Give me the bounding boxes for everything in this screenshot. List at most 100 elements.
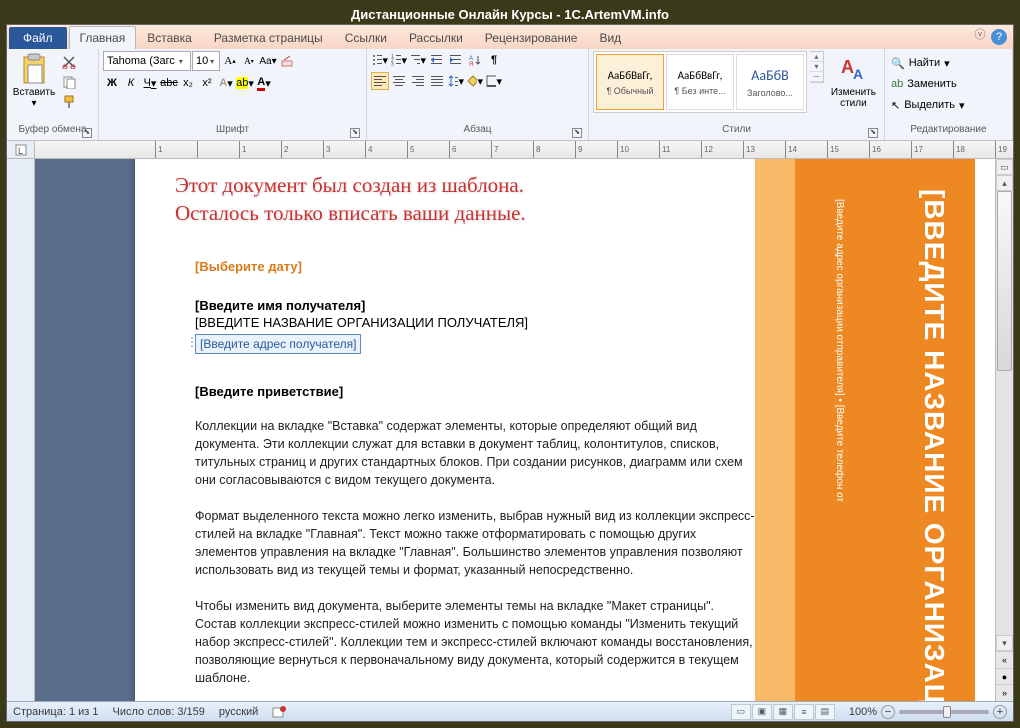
recipient-org-placeholder[interactable]: [ВВЕДИТЕ НАЗВАНИЕ ОРГАНИЗАЦИИ ПОЛУЧАТЕЛЯ… (195, 315, 935, 330)
word-count[interactable]: Число слов: 3/159 (113, 706, 205, 718)
svg-text:Я: Я (469, 62, 473, 66)
paste-label: Вставить (13, 87, 55, 98)
vertical-ruler[interactable] (7, 159, 35, 701)
copy-button[interactable] (60, 73, 78, 91)
sidebar-org-placeholder[interactable]: [ВВЕДИТЕ НАЗВАНИЕ ОРГАНИЗАЦ (918, 189, 950, 701)
subscript-button[interactable]: x₂ (179, 74, 197, 92)
style-heading1[interactable]: АаБбВЗаголово... (736, 54, 804, 110)
scroll-up-icon[interactable]: ▴ (996, 175, 1013, 191)
page-status[interactable]: Страница: 1 из 1 (13, 706, 99, 718)
svg-text:A: A (853, 66, 863, 82)
line-spacing-button[interactable]: ▾ (447, 72, 465, 90)
tab-insert[interactable]: Вставка (136, 26, 203, 49)
ruler-toggle-icon[interactable]: ▭ (996, 159, 1013, 175)
outline-view-icon[interactable]: ≡ (794, 704, 814, 720)
help-icon[interactable]: ? (991, 29, 1007, 45)
tab-references[interactable]: Ссылки (334, 26, 398, 49)
change-styles-button[interactable]: AA Изменить стили (827, 51, 880, 109)
macro-record-icon[interactable] (272, 705, 286, 719)
align-left-button[interactable] (371, 72, 389, 90)
date-placeholder[interactable]: [Выберите дату] (195, 259, 935, 274)
underline-button[interactable]: Ч▾ (141, 74, 159, 92)
tab-mailings[interactable]: Рассылки (398, 26, 474, 49)
align-right-button[interactable] (409, 72, 427, 90)
change-case-button[interactable]: Aa▾ (259, 52, 277, 70)
replace-icon: ab (891, 78, 903, 90)
format-painter-button[interactable] (60, 93, 78, 111)
ruler-corner[interactable]: L (7, 141, 35, 158)
font-color-button[interactable]: A▾ (255, 74, 273, 92)
highlight-button[interactable]: ab▾ (236, 74, 254, 92)
minimize-ribbon-icon[interactable]: ⓥ (973, 29, 987, 43)
tab-home[interactable]: Главная (69, 26, 137, 49)
align-center-button[interactable] (390, 72, 408, 90)
superscript-button[interactable]: x² (198, 74, 216, 92)
show-marks-button[interactable]: ¶ (485, 51, 503, 69)
styles-gallery-scroll[interactable]: ▴▾─ (810, 51, 824, 83)
sort-button[interactable]: AЯ (466, 51, 484, 69)
tab-review[interactable]: Рецензирование (474, 26, 589, 49)
multilevel-list-button[interactable]: ▾ (409, 51, 427, 69)
browse-object-icon[interactable]: ● (996, 668, 1013, 685)
justify-button[interactable] (428, 72, 446, 90)
horizontal-ruler[interactable]: L 112345678910111213141516171819 (7, 141, 1013, 159)
tab-file[interactable]: Файл (9, 27, 67, 49)
tab-view[interactable]: Вид (588, 26, 632, 49)
svg-text:L: L (18, 146, 23, 156)
font-size-combo[interactable]: 10▾ (192, 51, 220, 71)
language-status[interactable]: русский (219, 706, 258, 718)
body-paragraph[interactable]: Формат выделенного текста можно легко из… (195, 507, 755, 579)
document-area[interactable]: Этот документ был создан из шаблона. Ост… (35, 159, 995, 701)
style-no-spacing[interactable]: АаБбВвГг,¶ Без инте... (666, 54, 734, 110)
recipient-address-field[interactable]: [Введите адрес получателя] (195, 334, 361, 354)
text-effects-button[interactable]: A▾ (217, 74, 235, 92)
italic-button[interactable]: К (122, 74, 140, 92)
gallery-more-icon[interactable]: ─ (810, 72, 823, 82)
greeting-placeholder[interactable]: [Введите приветствие] (195, 384, 935, 399)
gallery-down-icon[interactable]: ▾ (810, 62, 823, 72)
prev-page-icon[interactable]: « (996, 651, 1013, 668)
replace-button[interactable]: abЗаменить (889, 74, 967, 94)
print-layout-view-icon[interactable]: ▭ (731, 704, 751, 720)
style-normal[interactable]: АаБбВвГг,¶ Обычный (596, 54, 664, 110)
scroll-down-icon[interactable]: ▾ (996, 635, 1013, 651)
sidebar-address-placeholder[interactable]: [Введите адрес организации отправителя] … (834, 199, 845, 701)
increase-indent-button[interactable] (447, 51, 465, 69)
shading-button[interactable]: ▾ (466, 72, 484, 90)
body-paragraph[interactable]: Коллекции на вкладке "Вставка" содержат … (195, 417, 755, 489)
select-button[interactable]: ↖Выделить ▾ (889, 95, 967, 115)
bold-button[interactable]: Ж (103, 74, 121, 92)
vertical-scrollbar[interactable]: ▭ ▴ ▾ « ● » (995, 159, 1013, 701)
recipient-name-placeholder[interactable]: [Введите имя получателя] (195, 298, 935, 313)
status-bar: Страница: 1 из 1 Число слов: 3/159 русск… (7, 701, 1013, 721)
zoom-slider[interactable] (899, 710, 989, 714)
cut-button[interactable] (60, 53, 78, 71)
zoom-in-button[interactable]: + (993, 705, 1007, 719)
styles-gallery[interactable]: АаБбВвГг,¶ Обычный АаБбВвГг,¶ Без инте..… (593, 51, 807, 113)
clear-formatting-button[interactable] (278, 52, 296, 70)
scroll-thumb[interactable] (997, 191, 1012, 371)
font-name-combo[interactable]: Tahoma (Загс▾ (103, 51, 191, 71)
gallery-up-icon[interactable]: ▴ (810, 52, 823, 62)
next-page-icon[interactable]: » (996, 684, 1013, 701)
web-layout-view-icon[interactable]: ▦ (773, 704, 793, 720)
paragraph-launcher-icon[interactable]: ⬊ (572, 128, 582, 138)
paste-button[interactable]: Вставить▾ (11, 51, 57, 109)
zoom-level[interactable]: 100% (849, 706, 877, 718)
draft-view-icon[interactable]: ▤ (815, 704, 835, 720)
borders-button[interactable]: ▾ (485, 72, 503, 90)
bullets-button[interactable]: ▾ (371, 51, 389, 69)
font-launcher-icon[interactable]: ⬊ (350, 128, 360, 138)
strikethrough-button[interactable]: abc (160, 74, 178, 92)
body-paragraph[interactable]: Чтобы изменить вид документа, выберите э… (195, 597, 755, 687)
grow-font-button[interactable]: A▴ (221, 52, 239, 70)
tab-layout[interactable]: Разметка страницы (203, 26, 334, 49)
styles-launcher-icon[interactable]: ⬊ (868, 128, 878, 138)
full-screen-view-icon[interactable]: ▣ (752, 704, 772, 720)
find-button[interactable]: 🔍Найти ▾ (889, 53, 967, 73)
decrease-indent-button[interactable] (428, 51, 446, 69)
shrink-font-button[interactable]: A▾ (240, 52, 258, 70)
zoom-out-button[interactable]: − (881, 705, 895, 719)
numbering-button[interactable]: 123▾ (390, 51, 408, 69)
clipboard-launcher-icon[interactable]: ⬊ (82, 128, 92, 138)
